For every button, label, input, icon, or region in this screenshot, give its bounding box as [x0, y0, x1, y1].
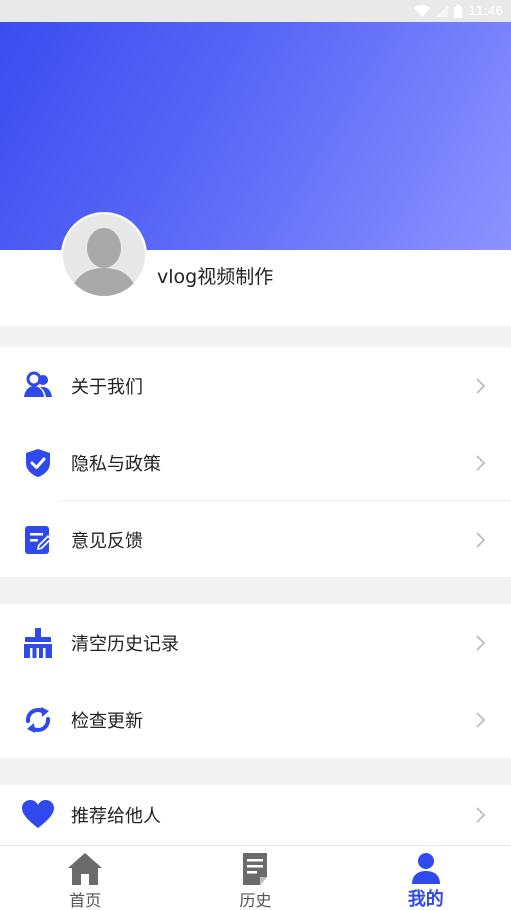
chevron-right-icon — [476, 711, 486, 728]
menu-item-about-us[interactable]: 关于我们 — [0, 347, 511, 424]
bottom-tab-bar: 首页 历史 我的 — [0, 845, 511, 910]
feedback-edit-icon — [25, 525, 52, 554]
chevron-right-icon — [476, 377, 486, 394]
menu-item-label: 推荐给他人 — [71, 806, 161, 827]
menu-item-label: 隐私与政策 — [71, 453, 161, 475]
menu-item-label: 检查更新 — [71, 710, 143, 732]
menu-item-recommend[interactable]: 推荐给他人 — [0, 785, 511, 845]
user-icon — [411, 853, 440, 884]
default-avatar-icon — [71, 228, 137, 296]
chevron-right-icon — [476, 807, 486, 823]
home-icon — [68, 853, 103, 885]
tab-home[interactable]: 首页 — [0, 846, 170, 910]
shield-check-icon — [26, 448, 50, 477]
menu-item-label: 意见反馈 — [71, 530, 143, 552]
menu-group-share: 推荐给他人 — [0, 785, 511, 845]
users-icon — [24, 371, 52, 397]
menu-item-check-update[interactable]: 检查更新 — [0, 681, 511, 758]
menu-group-tools: 清空历史记录 检查更新 — [0, 604, 511, 758]
tab-history[interactable]: 历史 — [170, 846, 340, 910]
menu-item-privacy-policy[interactable]: 隐私与政策 — [0, 424, 511, 501]
history-doc-icon — [243, 853, 268, 885]
signal-icon — [436, 5, 449, 17]
heart-icon — [22, 800, 54, 828]
menu-group-info: 关于我们 隐私与政策 意见反馈 — [0, 347, 511, 577]
wifi-icon — [414, 5, 431, 17]
menu-item-label: 关于我们 — [71, 376, 143, 398]
menu-item-feedback[interactable]: 意见反馈 — [0, 501, 511, 578]
chevron-right-icon — [476, 531, 486, 548]
battery-icon — [454, 4, 463, 18]
status-bar: 11:46 — [0, 0, 511, 22]
avatar[interactable] — [61, 212, 147, 298]
tab-label: 首页 — [69, 891, 102, 910]
chevron-right-icon — [476, 634, 486, 651]
refresh-icon — [25, 706, 51, 733]
username: vlog视频制作 — [157, 266, 274, 288]
tab-label: 我的 — [407, 889, 444, 910]
menu-item-label: 清空历史记录 — [71, 633, 179, 655]
status-time: 11:46 — [468, 4, 503, 18]
tab-label: 历史 — [239, 891, 272, 910]
chevron-right-icon — [476, 454, 486, 471]
tab-mine[interactable]: 我的 — [341, 846, 511, 910]
menu-item-clear-history[interactable]: 清空历史记录 — [0, 604, 511, 681]
broom-icon — [24, 627, 52, 658]
